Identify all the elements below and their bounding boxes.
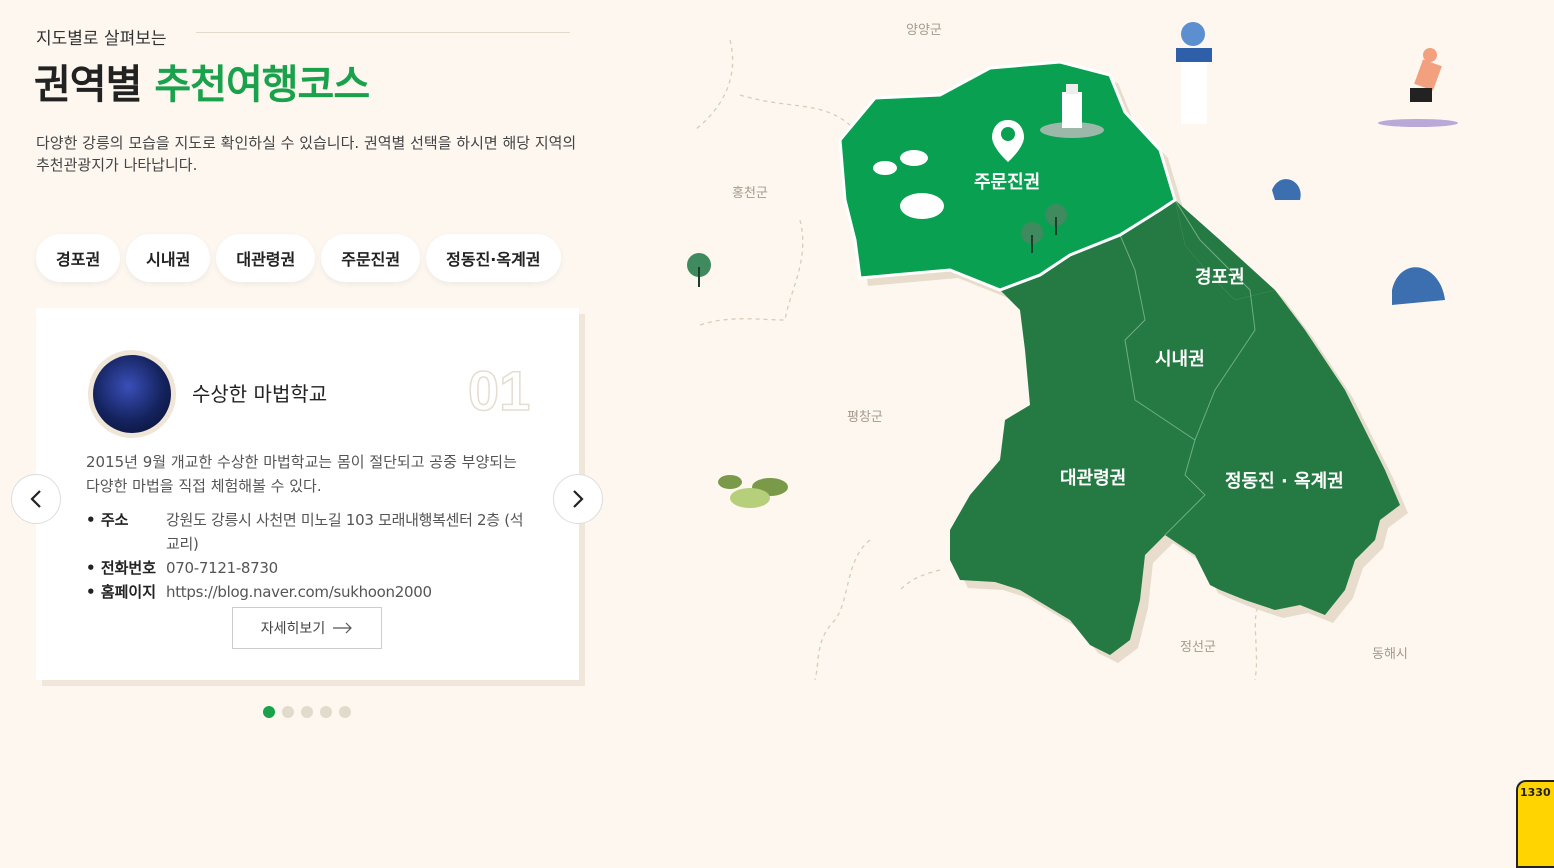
- region-label-daegwallyeong[interactable]: 대관령권: [1060, 464, 1126, 490]
- neighbor-label-hongcheon: 홍천군: [732, 186, 768, 201]
- address-label: 주소: [86, 508, 166, 556]
- region-label-gyeongpo[interactable]: 경포권: [1195, 263, 1245, 289]
- hotline-number: 1330: [1520, 786, 1551, 799]
- attraction-card: 수상한 마법학교 01 2015년 9월 개교한 수상한 마법학교는 몸이 절단…: [36, 308, 579, 680]
- wave-icon: [1272, 179, 1301, 200]
- homepage-link[interactable]: https://blog.naver.com/sukhoon2000: [166, 580, 536, 604]
- phone-row: 전화번호 070-7121-8730: [86, 556, 536, 580]
- tab-downtown[interactable]: 시내권: [126, 234, 211, 282]
- surfer-icon: [1378, 48, 1458, 127]
- chevron-right-icon: [573, 490, 584, 508]
- address-row: 주소 강원도 강릉시 사천면 미노길 103 모래내행복센터 2층 (석교리): [86, 508, 536, 556]
- pagination-dot-3[interactable]: [301, 706, 313, 718]
- attraction-description: 2015년 9월 개교한 수상한 마법학교는 몸이 절단되고 공중 부양되는 다…: [86, 453, 517, 495]
- arrow-right-icon: [333, 622, 353, 634]
- chevron-left-icon: [30, 490, 41, 508]
- next-button[interactable]: [553, 474, 603, 524]
- section-subtitle: 지도별로 살펴보는: [36, 29, 167, 49]
- tourist-hotline-badge[interactable]: 1330: [1516, 780, 1554, 868]
- title-dark: 권역별: [34, 62, 142, 108]
- bush-icon: [718, 475, 788, 508]
- tab-gyeongpo[interactable]: 경포권: [36, 234, 121, 282]
- neighbor-label-jeongseon: 정선군: [1180, 640, 1216, 655]
- phone-label: 전화번호: [86, 556, 166, 580]
- region-tabs: 경포권 시내권 대관령권 주문진권 정동진·옥계권: [36, 234, 561, 282]
- region-label-jeongdongjin-okgye[interactable]: 정동진 · 옥계권: [1225, 467, 1344, 493]
- page-description: 다양한 강릉의 모습을 지도로 확인하실 수 있습니다. 권역별 선택을 하시면…: [36, 134, 577, 174]
- page-title: 권역별 추천여행코스: [34, 52, 370, 110]
- region-label-downtown[interactable]: 시내권: [1155, 345, 1205, 371]
- pagination-dots: [263, 706, 351, 718]
- neighbor-label-donghae: 동해시: [1372, 647, 1408, 662]
- details-button[interactable]: 자세히보기: [232, 607, 382, 649]
- homepage-label: 홈페이지: [86, 580, 166, 604]
- phone-value: 070-7121-8730: [166, 559, 278, 577]
- tab-jeongdongjin-okgye[interactable]: 정동진·옥계권: [426, 234, 561, 282]
- prev-button[interactable]: [11, 474, 61, 524]
- tab-jumunjin[interactable]: 주문진권: [321, 234, 421, 282]
- tab-daegwallyeong[interactable]: 대관령권: [216, 234, 316, 282]
- pagination-dot-4[interactable]: [320, 706, 332, 718]
- pagination-dot-1[interactable]: [263, 706, 275, 718]
- lighthouse-icon: [1176, 22, 1212, 124]
- region-map: 양양군 홍천군 평창군 정선군 동해시 주문진권 경포권 시내권 대관령권 정동…: [640, 0, 1554, 868]
- pagination-dot-5[interactable]: [339, 706, 351, 718]
- pagination-dot-2[interactable]: [282, 706, 294, 718]
- attraction-number: 01: [467, 358, 531, 423]
- attraction-info: 주소 강원도 강릉시 사천면 미노길 103 모래내행복센터 2층 (석교리) …: [86, 508, 536, 604]
- region-label-jumunjin[interactable]: 주문진권: [974, 168, 1040, 194]
- details-button-label: 자세히보기: [260, 621, 326, 637]
- subtitle-divider: [196, 32, 570, 33]
- attraction-title: 수상한 마법학교: [192, 382, 328, 406]
- wave-large-icon: [1392, 267, 1445, 305]
- homepage-row: 홈페이지 https://blog.naver.com/sukhoon2000: [86, 580, 536, 604]
- address-value: 강원도 강릉시 사천면 미노길 103 모래내행복센터 2층 (석교리): [166, 511, 524, 553]
- neighbor-label-yangyang: 양양군: [906, 23, 942, 38]
- neighbor-label-pyeongchang: 평창군: [847, 410, 883, 425]
- attraction-thumbnail: [88, 350, 176, 438]
- title-green: 추천여행코스: [154, 62, 370, 108]
